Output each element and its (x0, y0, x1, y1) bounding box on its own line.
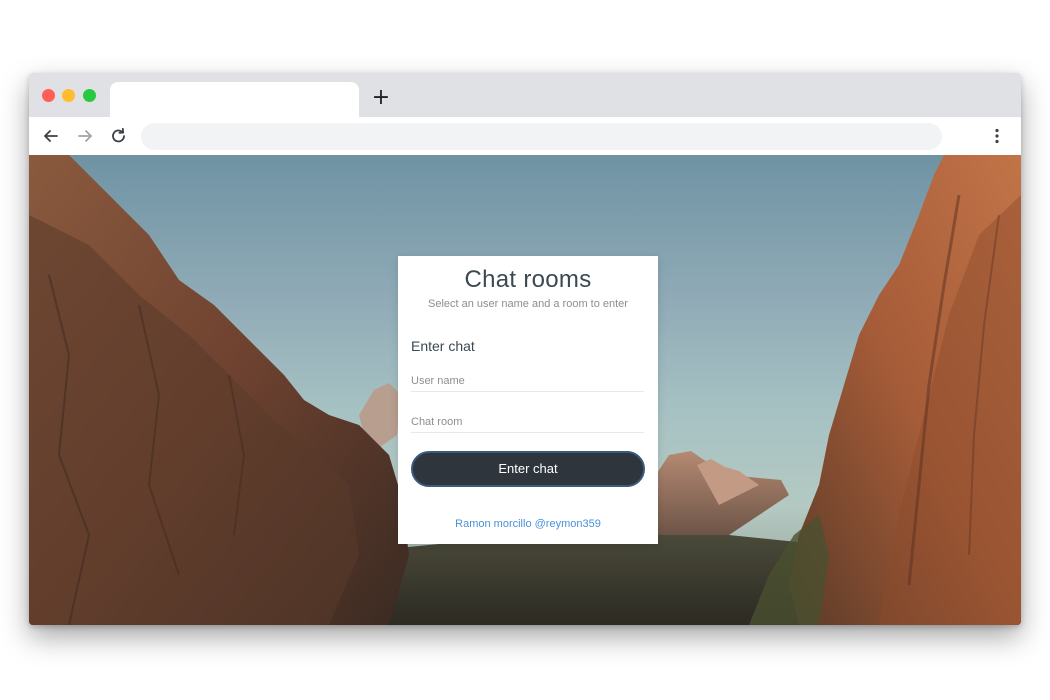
minimize-window-button[interactable] (62, 89, 75, 102)
browser-window: + Chat rooms Select an user name and a r… (29, 73, 1021, 625)
new-tab-button[interactable]: + (369, 86, 393, 110)
forward-arrow-icon (78, 130, 92, 142)
address-bar[interactable] (141, 123, 942, 150)
back-arrow-icon (44, 130, 58, 142)
maximize-window-button[interactable] (83, 89, 96, 102)
tab-strip: + (29, 73, 1021, 117)
enter-chat-button[interactable]: Enter chat (411, 451, 645, 487)
more-vertical-icon (995, 128, 999, 144)
browser-menu-button[interactable] (985, 125, 1009, 147)
browser-toolbar (29, 117, 1021, 155)
chat-room-input[interactable] (411, 411, 644, 433)
reload-icon (112, 127, 125, 143)
reload-button[interactable] (107, 125, 131, 147)
page-viewport: Chat rooms Select an user name and a roo… (29, 155, 1021, 625)
back-button[interactable] (39, 125, 63, 147)
forward-button[interactable] (73, 125, 97, 147)
page-title: Chat rooms (464, 266, 592, 293)
author-link[interactable]: Ramon morcillo @reymon359 (398, 518, 658, 530)
chat-login-card: Chat rooms Select an user name and a roo… (398, 256, 658, 544)
form-heading: Enter chat (411, 338, 475, 354)
active-tab[interactable] (110, 82, 359, 117)
close-window-button[interactable] (42, 89, 55, 102)
username-input[interactable] (411, 370, 644, 392)
page-subtitle: Select an user name and a room to enter (428, 298, 628, 310)
